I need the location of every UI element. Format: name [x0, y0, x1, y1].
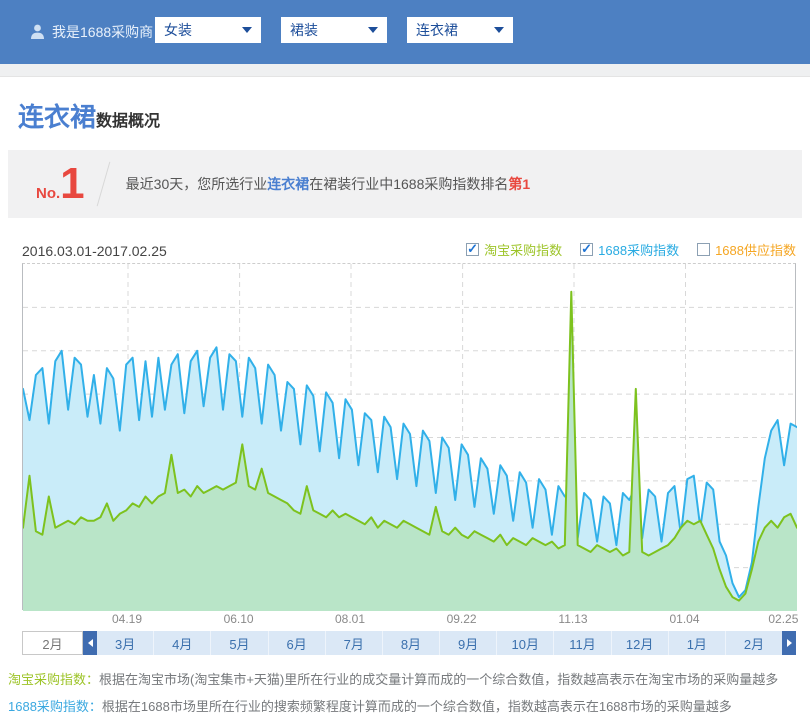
rank-description: 最近30天，您所选行业连衣裙在裙装行业中1688采购指数排名第1 — [126, 174, 531, 194]
checkbox-checked-icon[interactable] — [580, 243, 593, 256]
scroll-right-button[interactable] — [782, 631, 796, 655]
month-cells: 3月4月5月6月7月8月9月10月11月12月1月2月 — [97, 631, 782, 655]
checkbox-unchecked-icon[interactable] — [697, 243, 710, 256]
page-title-rest: 数据概况 — [96, 113, 160, 130]
x-tick-label: 06.10 — [224, 612, 254, 626]
footnote-taobao: 淘宝采购指数：根据在淘宝市场(淘宝集市+天猫)里所在行业的成交量计算而成的一个综… — [8, 669, 810, 688]
date-range-label: 2016.03.01-2017.02.25 — [22, 243, 167, 259]
x-tick-label: 02.25 — [768, 612, 798, 626]
divider — [96, 162, 110, 206]
chart-header-row: 2016.03.01-2017.02.25 淘宝采购指数 1688采购指数 1688… — [22, 240, 796, 259]
rank-banner: No. 1 最近30天，您所选行业连衣裙在裙装行业中1688采购指数排名第1 — [8, 150, 802, 218]
legend-label: 1688采购指数 — [598, 240, 679, 259]
x-tick-label: 01.04 — [669, 612, 699, 626]
month-selector: 2月 3月4月5月6月7月8月9月10月11月12月1月2月 — [22, 631, 796, 655]
month-cell-6[interactable]: 8月 — [383, 631, 440, 655]
arrow-left-icon — [88, 639, 93, 647]
month-cell-2[interactable]: 4月 — [154, 631, 211, 655]
month-cell-9[interactable]: 11月 — [554, 631, 611, 655]
checkbox-checked-icon[interactable] — [466, 243, 479, 256]
page-title-keyword: 连衣裙 — [18, 102, 96, 132]
month-cell-7[interactable]: 9月 — [440, 631, 497, 655]
category-dropdown-level2[interactable]: 裙装 — [281, 17, 387, 43]
legend-label: 1688供应指数 — [715, 240, 796, 259]
legend-label: 淘宝采购指数 — [484, 240, 562, 259]
x-axis-labels: 04.19 06.10 08.01 09.22 11.13 01.04 02.25 — [22, 610, 796, 628]
month-cell-11[interactable]: 1月 — [669, 631, 726, 655]
category-dropdown-level1[interactable]: 女装 — [155, 17, 261, 43]
x-tick-label: 09.22 — [447, 612, 477, 626]
month-cell-5[interactable]: 7月 — [326, 631, 383, 655]
x-tick-label: 04.19 — [112, 612, 142, 626]
category-dropdown-level3[interactable]: 连衣裙 — [407, 17, 513, 43]
rank-text-keyword: 连衣裙 — [267, 176, 309, 192]
footnote-taobao-label: 淘宝采购指数： — [8, 672, 99, 687]
rank-text-rank: 第1 — [508, 176, 530, 192]
footnote-1688: 1688采购指数：根据在1688市场里所在行业的搜索频繁程度计算而成的一个综合数… — [8, 696, 810, 715]
rank-number: No. 1 — [8, 162, 85, 206]
chevron-down-icon — [494, 27, 504, 33]
chevron-down-icon — [242, 27, 252, 33]
scroll-left-button[interactable] — [83, 631, 97, 655]
month-cell-3[interactable]: 5月 — [211, 631, 268, 655]
chevron-down-icon — [368, 27, 378, 33]
month-cell-10[interactable]: 12月 — [612, 631, 669, 655]
arrow-right-icon — [787, 639, 792, 647]
index-chart-svg — [23, 264, 797, 611]
footnote-taobao-text: 根据在淘宝市场(淘宝集市+天猫)里所在行业的成交量计算而成的一个综合数值，指数越… — [99, 672, 778, 687]
month-cell-1[interactable]: 3月 — [97, 631, 154, 655]
page-title: 连衣裙数据概况 — [18, 97, 810, 134]
month-cell-4[interactable]: 6月 — [269, 631, 326, 655]
legend-item-0[interactable]: 淘宝采购指数 — [466, 240, 562, 259]
header-sub-band — [0, 64, 810, 77]
month-cell-8[interactable]: 10月 — [497, 631, 554, 655]
x-tick-label: 11.13 — [558, 612, 587, 626]
user-menu-label: 我是1688采购商 — [52, 22, 153, 42]
x-tick-label: 08.01 — [335, 612, 365, 626]
rank-text-middle: 在裙装行业中1688采购指数排名 — [309, 176, 508, 192]
index-chart — [22, 263, 796, 610]
legend-item-1[interactable]: 1688采购指数 — [580, 240, 679, 259]
footnote-1688-label: 1688采购指数： — [8, 699, 102, 714]
dropdown-value: 女装 — [164, 20, 192, 40]
footnotes: 淘宝采购指数：根据在淘宝市场(淘宝集市+天猫)里所在行业的成交量计算而成的一个综… — [8, 669, 810, 715]
rank-no-label: No. — [36, 185, 60, 202]
dropdown-value: 裙装 — [290, 20, 318, 40]
chart-legend: 淘宝采购指数 1688采购指数 1688供应指数 — [466, 240, 796, 259]
rank-text-prefix: 最近30天，您所选行业 — [126, 176, 268, 192]
month-cell-12[interactable]: 2月 — [726, 631, 782, 655]
current-month-cell[interactable]: 2月 — [22, 631, 83, 655]
dropdown-value: 连衣裙 — [416, 20, 458, 40]
user-menu[interactable]: 我是1688采购商 — [30, 22, 171, 42]
footnote-1688-text: 根据在1688市场里所在行业的搜索频繁程度计算而成的一个综合数值，指数越高表示在… — [102, 699, 732, 714]
top-header: 我是1688采购商 女装 裙装 连衣裙 — [0, 0, 810, 64]
legend-item-2[interactable]: 1688供应指数 — [697, 240, 796, 259]
rank-value: 1 — [60, 162, 84, 206]
user-icon — [30, 24, 45, 40]
